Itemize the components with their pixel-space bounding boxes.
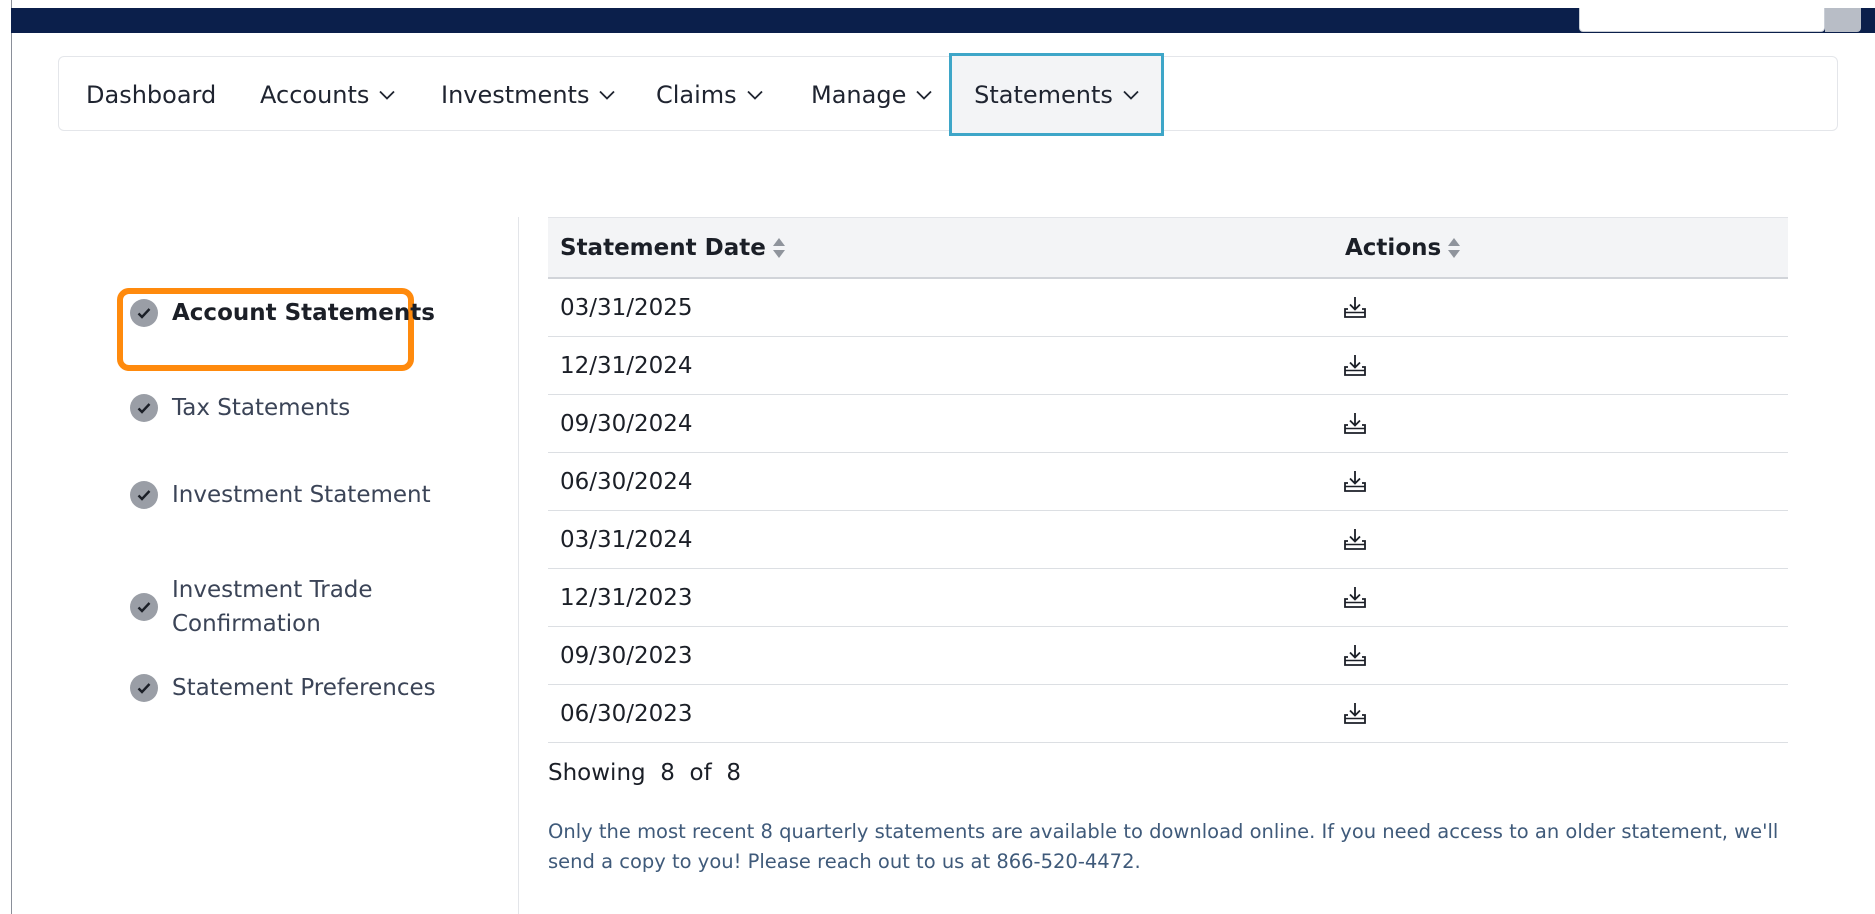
check-circle-icon bbox=[130, 674, 158, 702]
download-icon[interactable] bbox=[1343, 627, 1367, 684]
nav-item-claims[interactable]: Claims bbox=[656, 57, 763, 132]
table-row: 06/30/2023 bbox=[548, 685, 1788, 743]
table-row: 03/31/2025 bbox=[548, 279, 1788, 337]
download-icon[interactable] bbox=[1343, 569, 1367, 626]
download-icon[interactable] bbox=[1343, 279, 1367, 336]
nav-item-label: Accounts bbox=[260, 80, 370, 109]
nav-item-label: Manage bbox=[811, 80, 907, 109]
column-header-actions[interactable]: Actions bbox=[1345, 218, 1461, 277]
chevron-down-icon bbox=[379, 90, 396, 100]
statement-date: 03/31/2024 bbox=[560, 526, 693, 553]
statements-table: Statement Date Actions 03/31/2025 12/31/… bbox=[548, 217, 1788, 743]
nav-item-investments[interactable]: Investments bbox=[441, 57, 616, 132]
download-icon[interactable] bbox=[1343, 685, 1367, 742]
showing-label: Showing bbox=[548, 760, 646, 786]
download-icon[interactable] bbox=[1343, 511, 1367, 568]
nav-item-manage[interactable]: Manage bbox=[811, 57, 932, 132]
content-divider bbox=[518, 217, 519, 914]
nav-item-label: Statements bbox=[974, 80, 1113, 109]
page-left-edge bbox=[11, 0, 12, 914]
sort-icon bbox=[1447, 237, 1461, 259]
sort-icon bbox=[772, 237, 786, 259]
chevron-down-icon bbox=[916, 90, 932, 100]
nav-item-statements[interactable]: Statements bbox=[949, 53, 1164, 136]
check-circle-icon bbox=[130, 593, 158, 621]
check-circle-icon bbox=[130, 299, 158, 327]
chevron-down-icon bbox=[1123, 90, 1139, 100]
download-icon[interactable] bbox=[1343, 337, 1367, 394]
table-header: Statement Date Actions bbox=[548, 217, 1788, 279]
nav-item-label: Dashboard bbox=[86, 80, 217, 109]
table-row: 03/31/2024 bbox=[548, 511, 1788, 569]
table-row: 09/30/2024 bbox=[548, 395, 1788, 453]
statement-date: 09/30/2024 bbox=[560, 410, 693, 437]
sidebar-item-tax-statements[interactable]: Tax Statements bbox=[130, 387, 350, 429]
sidebar-item-statement-preferences[interactable]: Statement Preferences bbox=[130, 667, 436, 709]
statement-date: 09/30/2023 bbox=[560, 642, 693, 669]
pagination-summary: Showing 8 of 8 bbox=[548, 760, 741, 786]
check-circle-icon bbox=[130, 394, 158, 422]
nav-item-accounts[interactable]: Accounts bbox=[260, 57, 396, 132]
header-search-input[interactable] bbox=[1579, 8, 1825, 32]
sidebar-item-label: Investment Statement bbox=[172, 482, 431, 508]
sidebar-item-label-line: Confirmation bbox=[172, 611, 321, 637]
download-icon[interactable] bbox=[1343, 395, 1367, 452]
of-label: of bbox=[689, 760, 712, 786]
header-search-button[interactable] bbox=[1825, 8, 1861, 32]
chevron-down-icon bbox=[747, 90, 763, 100]
statement-date: 12/31/2024 bbox=[560, 352, 693, 379]
older-statements-note: Only the most recent 8 quarterly stateme… bbox=[548, 820, 1779, 873]
table-row: 12/31/2023 bbox=[548, 569, 1788, 627]
column-header-label: Statement Date bbox=[560, 234, 766, 261]
statement-date: 12/31/2023 bbox=[560, 584, 693, 611]
sidebar-item-label: Tax Statements bbox=[172, 395, 351, 421]
statement-date: 06/30/2023 bbox=[560, 700, 693, 727]
nav-item-label: Investments bbox=[441, 80, 590, 109]
sidebar-item-label-line: Investment Trade bbox=[172, 577, 373, 603]
top-header-bar bbox=[11, 8, 1875, 33]
chevron-down-icon bbox=[599, 90, 616, 100]
table-row: 06/30/2024 bbox=[548, 453, 1788, 511]
download-icon[interactable] bbox=[1343, 453, 1367, 510]
total-count: 8 bbox=[726, 760, 741, 786]
nav-item-label: Claims bbox=[656, 80, 737, 109]
sidebar-item-label: Statement Preferences bbox=[172, 675, 436, 701]
sidebar-item-account-statements[interactable]: Account Statements bbox=[130, 292, 435, 334]
table-row: 09/30/2023 bbox=[548, 627, 1788, 685]
table-row: 12/31/2024 bbox=[548, 337, 1788, 395]
column-header-statement-date[interactable]: Statement Date bbox=[560, 218, 786, 277]
sidebar-item-investment-statement[interactable]: Investment Statement bbox=[130, 474, 431, 516]
statement-date: 03/31/2025 bbox=[560, 294, 693, 321]
sidebar-item-label: Account Statements bbox=[172, 300, 435, 326]
nav-item-dashboard[interactable]: Dashboard bbox=[86, 57, 216, 132]
sidebar-item-label: Investment Trade Confirmation bbox=[172, 573, 373, 641]
main-navigation: Dashboard Accounts Investments Claims Ma… bbox=[58, 53, 1838, 136]
shown-count: 8 bbox=[660, 760, 675, 786]
check-circle-icon bbox=[130, 481, 158, 509]
sidebar-item-investment-trade-confirmation[interactable]: Investment Trade Confirmation bbox=[130, 570, 373, 644]
statement-date: 06/30/2024 bbox=[560, 468, 693, 495]
column-header-label: Actions bbox=[1345, 234, 1442, 261]
